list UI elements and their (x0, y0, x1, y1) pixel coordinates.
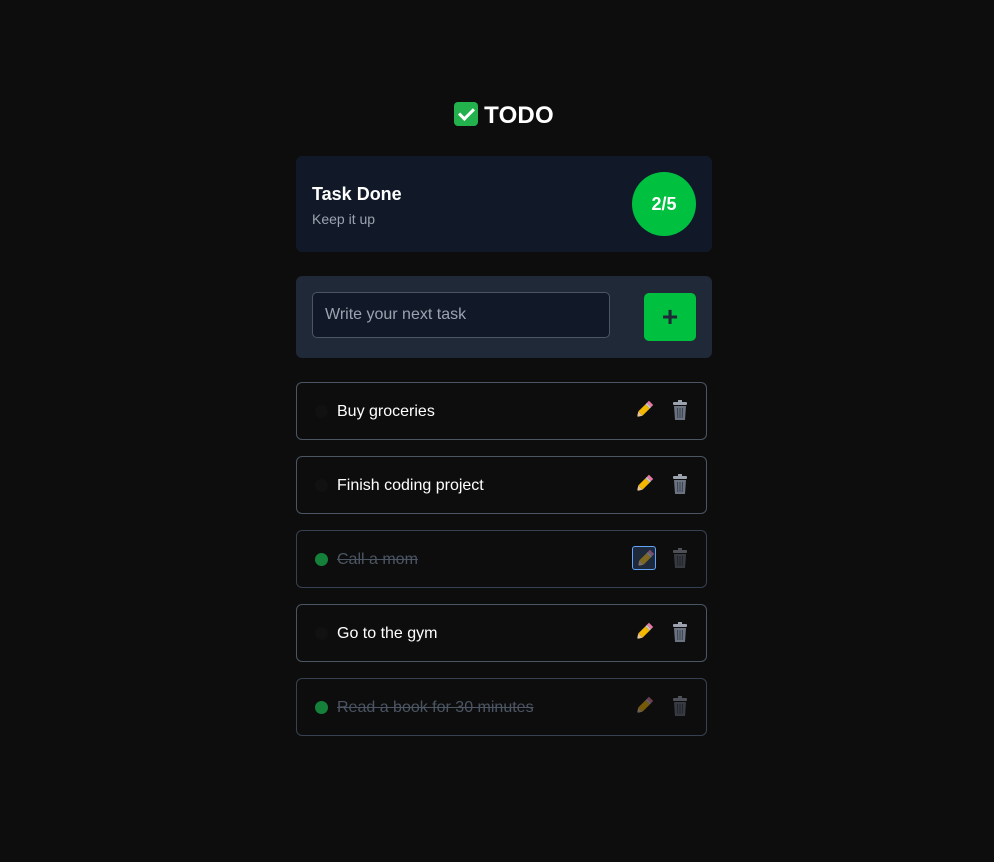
check-box-icon (454, 102, 479, 126)
task-text[interactable]: Go to the gym (337, 624, 438, 644)
stats-card: Task Done Keep it up 2/5 (296, 156, 712, 252)
new-task-input[interactable] (312, 292, 610, 338)
app-title-text: TODO (484, 102, 554, 129)
task-item: Buy groceries (296, 382, 707, 440)
trash-icon[interactable] (668, 398, 692, 422)
pencil-icon[interactable] (632, 546, 656, 570)
task-status-toggle[interactable] (315, 701, 328, 714)
trash-icon[interactable] (668, 694, 692, 718)
pencil-icon[interactable] (632, 472, 656, 496)
trash-icon[interactable] (668, 620, 692, 644)
task-item: Read a book for 30 minutes (296, 678, 707, 736)
stats-subtitle: Keep it up (312, 211, 376, 227)
progress-badge: 2/5 (632, 172, 696, 236)
trash-icon[interactable] (668, 546, 692, 570)
trash-icon[interactable] (668, 472, 692, 496)
task-status-toggle[interactable] (315, 405, 328, 418)
task-item: Call a mom (296, 530, 707, 588)
task-text[interactable]: Buy groceries (337, 402, 435, 422)
stats-title: Task Done (312, 184, 402, 204)
new-task-form: + (296, 276, 712, 358)
pencil-icon[interactable] (632, 398, 656, 422)
task-text[interactable]: Read a book for 30 minutes (337, 698, 534, 718)
pencil-icon[interactable] (632, 694, 656, 718)
app-title: TODO (296, 100, 712, 132)
task-status-toggle[interactable] (315, 627, 328, 640)
task-status-toggle[interactable] (315, 479, 328, 492)
task-status-toggle[interactable] (315, 553, 328, 566)
task-text[interactable]: Call a mom (337, 550, 418, 570)
add-task-button[interactable]: + (644, 293, 696, 341)
pencil-icon[interactable] (632, 620, 656, 644)
task-text[interactable]: Finish coding project (337, 476, 484, 496)
task-item: Finish coding project (296, 456, 707, 514)
task-item: Go to the gym (296, 604, 707, 662)
task-list: Buy groceries Finish coding project Call… (296, 382, 707, 752)
